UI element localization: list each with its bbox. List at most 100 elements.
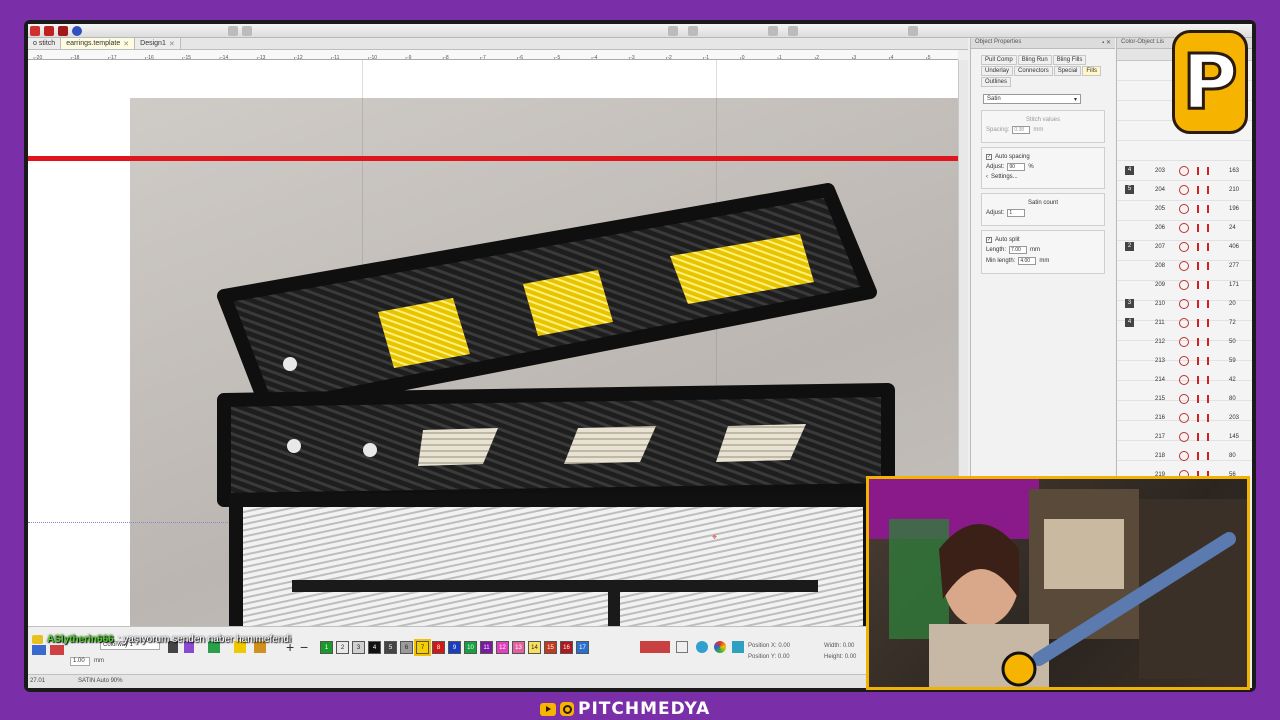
align-icon[interactable] — [668, 26, 678, 36]
tab-bling-fills[interactable]: Bling Fills — [1052, 55, 1087, 65]
list-item[interactable]: 214 42 — [1117, 370, 1252, 389]
list-item[interactable]: 4 211 72 — [1117, 313, 1252, 332]
height-input[interactable]: 0.00 — [845, 654, 857, 660]
line-tool-icon[interactable] — [676, 641, 688, 653]
thread-swatch[interactable]: 15 — [544, 641, 557, 654]
list-item[interactable]: 212 50 — [1117, 332, 1252, 351]
swatches-icon[interactable] — [58, 26, 68, 36]
group-icon[interactable] — [688, 26, 698, 36]
status-bar: 27.01 SATIN Auto 90% — [28, 674, 878, 688]
thread-swatch[interactable]: 11 — [480, 641, 493, 654]
tab-stitch[interactable]: o stitch — [28, 38, 62, 49]
stitch-type-select[interactable]: Satin ▾ — [983, 94, 1081, 104]
object-shape-icon — [1179, 184, 1189, 195]
length-input[interactable]: 7.00 — [1009, 246, 1028, 254]
moon-icon[interactable] — [72, 26, 82, 36]
thread-swatch[interactable]: 16 — [560, 641, 573, 654]
chart-icon[interactable] — [44, 26, 54, 36]
tab-underlay[interactable]: Underlay — [981, 66, 1014, 76]
auto-split-checkbox[interactable]: ✓ — [986, 237, 992, 243]
grid-icon[interactable] — [30, 26, 40, 36]
stitch-type-value: Satin — [987, 96, 1001, 102]
view-icon[interactable] — [32, 645, 46, 655]
auto-spacing-checkbox[interactable]: ✓ — [986, 154, 992, 160]
unit-label: mm — [94, 658, 104, 664]
undo-icon[interactable] — [228, 26, 238, 36]
tab-earrings-template[interactable]: earrings.template ✕ — [61, 38, 136, 49]
hinge-knot — [287, 439, 301, 453]
tab-connectors[interactable]: Connectors — [1014, 66, 1053, 76]
close-icon[interactable]: ✕ — [123, 40, 129, 48]
color-wheel-icon[interactable] — [714, 641, 726, 653]
list-item[interactable]: 216 203 — [1117, 408, 1252, 427]
color-icon[interactable] — [50, 645, 64, 655]
stitch-count: 20 — [1229, 300, 1236, 307]
layers-icon[interactable] — [732, 641, 744, 653]
list-item[interactable]: 213 59 — [1117, 351, 1252, 370]
circle-icon[interactable] — [696, 641, 708, 653]
tab-fills[interactable]: Fills — [1082, 66, 1102, 76]
object-number: 208 — [1155, 262, 1166, 269]
flip-icon[interactable] — [788, 26, 798, 36]
list-item[interactable]: 209 171 — [1117, 275, 1252, 294]
list-item[interactable]: 206 24 — [1117, 218, 1252, 237]
adjust-input[interactable]: 90 — [1007, 163, 1026, 171]
height-row: Height: 0.00 — [824, 652, 856, 663]
thread-swatch[interactable]: 7 — [414, 639, 431, 656]
thread-swatch[interactable]: 3 — [352, 641, 365, 654]
list-item[interactable]: 205 196 — [1117, 199, 1252, 218]
thread-swatch[interactable]: 14 — [528, 641, 541, 654]
tab-bling-run[interactable]: Bling Run — [1017, 55, 1052, 65]
list-item[interactable]: 215 80 — [1117, 389, 1252, 408]
settings-button[interactable]: ‹ Settings... — [986, 174, 1100, 180]
unit-label: mm — [1039, 258, 1050, 264]
thread-swatch[interactable]: 5 — [384, 641, 397, 654]
tab-special[interactable]: Special — [1053, 66, 1082, 76]
tab-pull-comp[interactable]: Pull Comp — [981, 55, 1017, 65]
chevron-down-icon: ▾ — [1073, 97, 1077, 103]
object-number: 209 — [1155, 281, 1166, 288]
width-input[interactable]: 0.00 — [843, 643, 855, 649]
tab-design1[interactable]: Design1 ✕ — [135, 38, 181, 49]
thread-swatch[interactable]: 8 — [432, 641, 445, 654]
list-item[interactable]: 218 80 — [1117, 446, 1252, 465]
thread-swatch[interactable]: 2 — [336, 641, 349, 654]
tab-outlines[interactable]: Outlines — [981, 77, 1012, 87]
thread-swatch[interactable]: 1 — [320, 641, 333, 654]
thread-swatch[interactable]: 13 — [512, 641, 525, 654]
stroke-width-input[interactable]: 1.00 — [70, 657, 90, 666]
object-shape-icon — [1179, 165, 1189, 176]
list-item[interactable]: 2 207 406 — [1117, 237, 1252, 256]
position-y-input[interactable]: 0.00 — [778, 654, 790, 660]
list-item[interactable]: 217 145 — [1117, 427, 1252, 446]
design-canvas[interactable]: ⌖ — [28, 60, 958, 626]
list-item[interactable]: 208 277 — [1117, 256, 1252, 275]
min-length-input[interactable]: 4.00 — [1018, 257, 1037, 265]
pin-icon[interactable]: ▪ ✕ — [1102, 39, 1111, 47]
stitch-count: 80 — [1229, 452, 1236, 459]
thread-swatch[interactable]: 10 — [464, 641, 477, 654]
color-badge: 4 — [1125, 318, 1134, 327]
close-icon[interactable]: ✕ — [169, 40, 175, 48]
group-label: Stitch values — [1025, 117, 1061, 123]
spacing-input[interactable]: 0.38 — [1012, 126, 1031, 134]
arrange-icon[interactable] — [768, 26, 778, 36]
satin-adjust-input[interactable]: 1 — [1007, 209, 1026, 217]
thread-swatch[interactable]: 4 — [368, 641, 381, 654]
list-item[interactable]: 4 203 163 — [1117, 161, 1252, 180]
position-x-input[interactable]: 0.00 — [778, 643, 790, 649]
zoom-icon[interactable] — [908, 26, 918, 36]
thread-swatch[interactable]: 12 — [496, 641, 509, 654]
color-tools-icon[interactable] — [640, 641, 670, 653]
redo-icon[interactable] — [242, 26, 252, 36]
list-item[interactable]: 3 210 20 — [1117, 294, 1252, 313]
clapperboard-embroidery[interactable]: ⌖ — [28, 60, 958, 626]
thread-swatch[interactable]: 6 — [400, 641, 413, 654]
list-item[interactable]: 5 204 210 — [1117, 180, 1252, 199]
thread-swatch[interactable]: 9 — [448, 641, 461, 654]
thread-swatch[interactable]: 17 — [576, 641, 589, 654]
satin-stitch-icon — [1197, 299, 1209, 308]
stitch-count: 42 — [1229, 376, 1236, 383]
remove-icon[interactable]: − — [300, 639, 308, 655]
satin-stitch-icon — [1197, 261, 1209, 270]
